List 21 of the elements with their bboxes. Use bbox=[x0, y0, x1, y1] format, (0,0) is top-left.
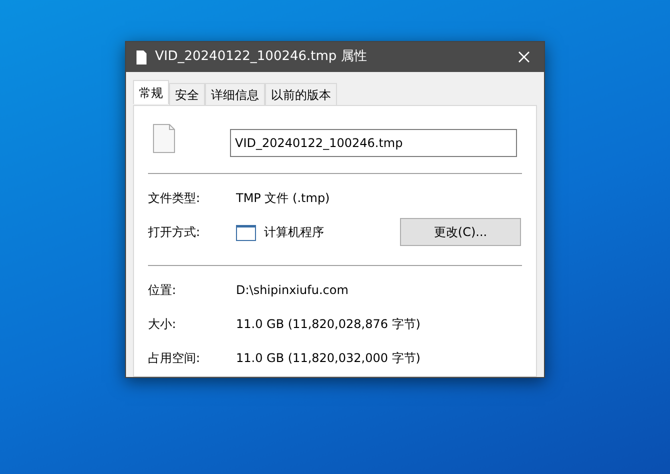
window-icon bbox=[236, 224, 256, 240]
change-button[interactable]: 更改(C)... bbox=[400, 218, 521, 246]
close-icon bbox=[518, 50, 530, 63]
tab[interactable]: 常规 bbox=[133, 80, 169, 104]
window-title: VID_20240122_100246.tmp 属性 bbox=[155, 48, 368, 66]
field-value: 11.0 GB (11,820,028,876 字节) bbox=[236, 316, 420, 333]
file-name-field[interactable]: VID_20240122_100246.tmp bbox=[230, 129, 517, 157]
field-value: 计算机程序 bbox=[264, 224, 324, 241]
file-icon bbox=[153, 124, 175, 153]
field-label: 位置: bbox=[148, 282, 178, 299]
field-value: TMP 文件 (.tmp) bbox=[236, 190, 330, 207]
field-label: 大小: bbox=[148, 316, 178, 333]
field-label: 占用空间: bbox=[148, 350, 202, 367]
tab[interactable]: 以前的版本 bbox=[265, 83, 337, 105]
field-value: D:\shipinxiufu.com bbox=[236, 282, 348, 299]
tab[interactable]: 安全 bbox=[169, 83, 205, 105]
tab[interactable]: 详细信息 bbox=[205, 83, 265, 105]
field-label: 文件类型: bbox=[148, 190, 202, 207]
file-icon bbox=[136, 50, 147, 64]
field-label: 打开方式: bbox=[148, 224, 202, 241]
field-value: 11.0 GB (11,820,032,000 字节) bbox=[236, 350, 420, 367]
